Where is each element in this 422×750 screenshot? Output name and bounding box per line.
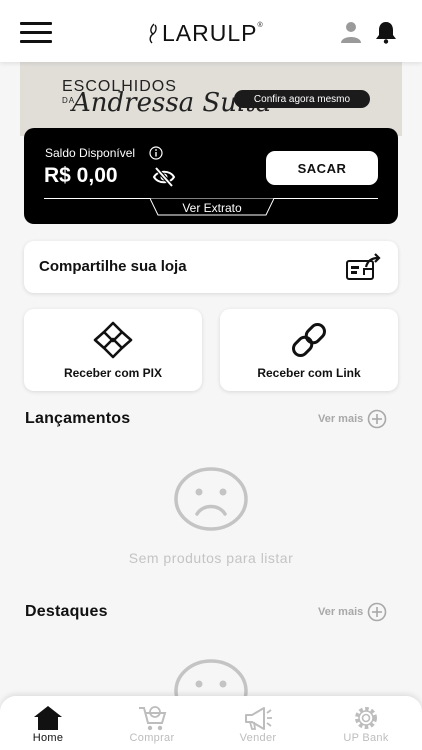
- launches-see-more-label: Ver mais: [318, 413, 364, 425]
- highlights-see-more-label: Ver mais: [318, 606, 364, 618]
- receive-pix-button[interactable]: Receber com PIX: [24, 309, 202, 391]
- balance-value: R$ 0,00: [44, 164, 118, 187]
- highlights-see-more[interactable]: Ver mais: [318, 602, 387, 622]
- bottom-navigation: Home Comprar Vender UP Bank: [0, 696, 422, 750]
- brand-logo: LARULP ®: [146, 20, 263, 46]
- logo-registered: ®: [257, 21, 263, 29]
- app-header: LARULP ®: [0, 0, 422, 62]
- balance-card: Saldo Disponível R$ 0,00 SACAR Ver Extra…: [24, 128, 398, 224]
- nav-sell-label: Vender: [239, 732, 277, 744]
- balance-label: Saldo Disponível: [45, 146, 136, 160]
- withdraw-button[interactable]: SACAR: [266, 151, 378, 185]
- menu-button[interactable]: [20, 20, 52, 44]
- promo-banner[interactable]: ESCOLHIDOS DA Andressa Suita Confira ago…: [20, 62, 402, 136]
- info-icon[interactable]: [149, 146, 163, 160]
- logo-text: LARULP: [162, 19, 258, 46]
- nav-item-upbank[interactable]: UP Bank: [326, 704, 406, 748]
- statement-label: Ver Extrato: [182, 201, 242, 215]
- share-store-label: Compartilhe sua loja: [39, 258, 187, 275]
- nav-upbank-label: UP Bank: [343, 732, 389, 744]
- home-icon: [34, 706, 62, 730]
- empty-products-text: Sem produtos para listar: [128, 550, 294, 566]
- eye-off-icon[interactable]: [152, 165, 176, 189]
- receive-link-button[interactable]: Receber com Link: [220, 309, 398, 391]
- statement-button[interactable]: Ver Extrato: [150, 198, 274, 216]
- megaphone-icon: [245, 707, 272, 730]
- nav-item-sell[interactable]: Vender: [218, 704, 298, 748]
- logo-mark-icon: [149, 23, 157, 44]
- sad-face-icon: [174, 467, 248, 531]
- user-icon[interactable]: [339, 20, 363, 44]
- plus-circle-icon: [367, 602, 387, 622]
- link-icon: [292, 323, 326, 357]
- share-store-icon: [346, 253, 381, 280]
- plus-circle-icon: [367, 409, 387, 429]
- nav-buy-label: Comprar: [129, 732, 175, 744]
- nav-item-home[interactable]: Home: [8, 704, 88, 748]
- banner-cta-button[interactable]: Confira agora mesmo: [234, 90, 370, 108]
- nav-item-buy[interactable]: Comprar: [112, 704, 192, 748]
- receive-link-label: Receber com Link: [257, 366, 361, 380]
- launches-see-more[interactable]: Ver mais: [318, 409, 387, 429]
- bell-icon[interactable]: [374, 20, 398, 44]
- gear-icon: [355, 707, 377, 729]
- share-store-card[interactable]: Compartilhe sua loja: [24, 241, 398, 293]
- launches-title: Lançamentos: [25, 410, 131, 427]
- receive-pix-label: Receber com PIX: [63, 366, 163, 380]
- pix-icon: [93, 321, 133, 359]
- nav-home-label: Home: [32, 732, 64, 744]
- highlights-title: Destaques: [25, 603, 108, 620]
- cart-icon: [139, 706, 167, 731]
